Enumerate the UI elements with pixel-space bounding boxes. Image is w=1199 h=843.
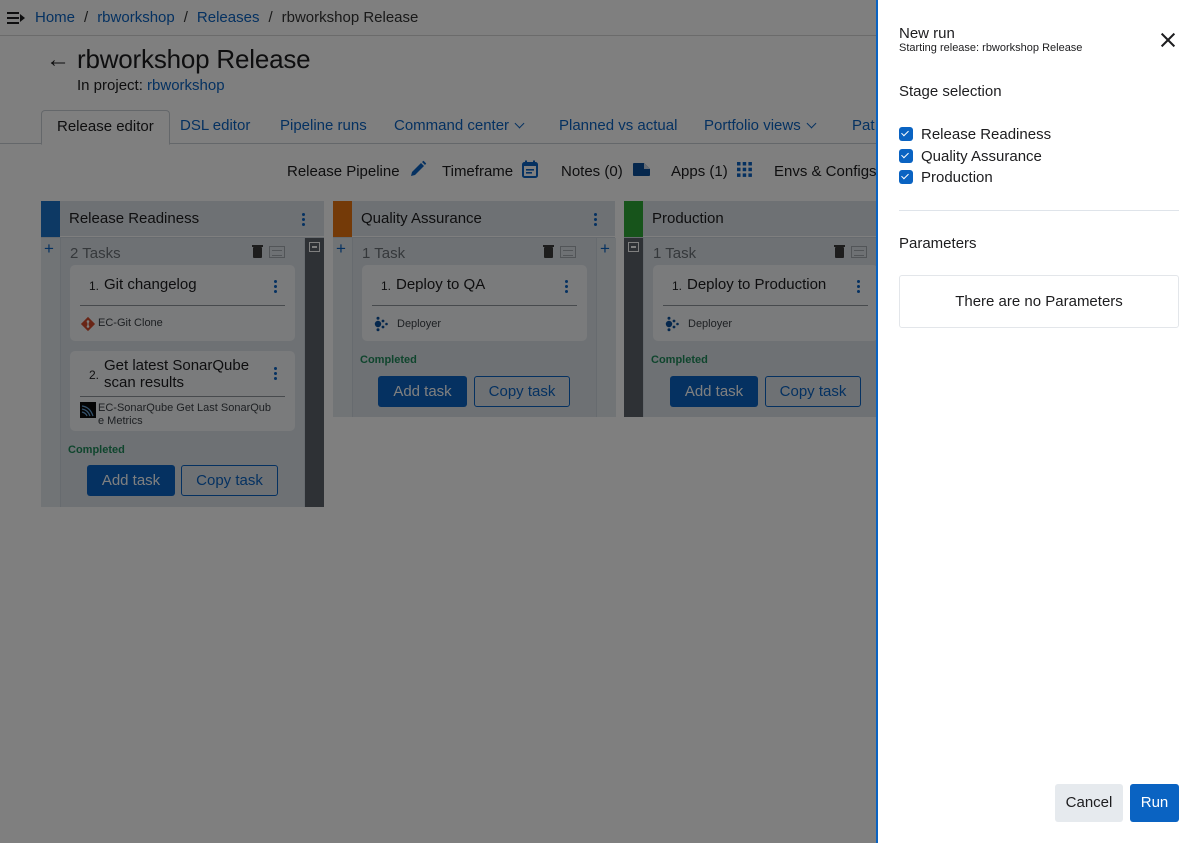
stage-selection-title: Stage selection — [899, 83, 1002, 100]
close-icon[interactable] — [1160, 32, 1176, 48]
cancel-button[interactable]: Cancel — [1055, 784, 1123, 822]
checkbox-label: Quality Assurance — [921, 147, 1042, 165]
stage-checkbox-production[interactable]: Production — [899, 168, 993, 186]
modal-backdrop[interactable] — [0, 0, 876, 843]
drawer-subtitle: Starting release: rbworkshop Release — [899, 42, 1083, 54]
stage-checkbox-release-readiness[interactable]: Release Readiness — [899, 125, 1051, 143]
checkbox-checked-icon[interactable] — [899, 127, 913, 141]
parameters-title: Parameters — [899, 235, 977, 252]
new-run-drawer: New run Starting release: rbworkshop Rel… — [876, 0, 1199, 843]
run-button[interactable]: Run — [1130, 784, 1179, 822]
checkbox-checked-icon[interactable] — [899, 149, 913, 163]
stage-checkbox-quality-assurance[interactable]: Quality Assurance — [899, 147, 1042, 165]
section-divider — [899, 210, 1179, 211]
checkbox-label: Release Readiness — [921, 125, 1052, 143]
checkbox-label: Production — [921, 168, 993, 186]
checkbox-checked-icon[interactable] — [899, 170, 913, 184]
drawer-title: New run — [899, 25, 955, 42]
parameters-empty-state: There are no Parameters — [899, 275, 1179, 328]
